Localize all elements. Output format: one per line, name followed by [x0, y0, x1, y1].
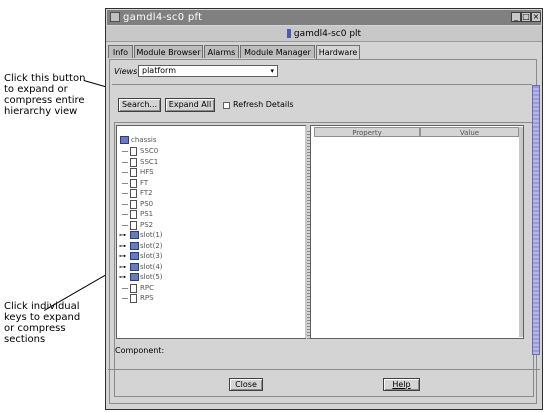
tree-item-label[interactable]: PS0: [140, 199, 153, 209]
tree-item-label[interactable]: PS1: [140, 209, 153, 219]
expand-key-icon[interactable]: ⊶: [119, 251, 126, 261]
tree-connector: [122, 161, 128, 163]
help-button[interactable]: Help: [383, 378, 420, 391]
property-table: Property Value: [310, 125, 524, 339]
document-icon[interactable]: [130, 199, 137, 209]
table-scrollbar[interactable]: [519, 127, 523, 337]
tab-module-manager[interactable]: Module Manager: [240, 45, 315, 58]
tab-alarms[interactable]: Alarms: [204, 45, 239, 58]
expand-key-icon[interactable]: ⊶: [119, 230, 126, 240]
document-icon[interactable]: [130, 178, 137, 188]
views-select-value: platform: [142, 66, 176, 75]
tree-connector: [122, 224, 128, 226]
tree-item-label[interactable]: SSC0: [140, 146, 158, 156]
tree-root-label[interactable]: chassis: [131, 135, 156, 145]
expand-key-icon[interactable]: ⊶: [119, 241, 126, 251]
tree-item-label[interactable]: slot(3): [140, 251, 163, 261]
folder-icon[interactable]: [130, 241, 139, 250]
panel-scrollbar[interactable]: [532, 85, 540, 355]
refresh-details-checkbox[interactable]: [223, 102, 230, 109]
footer-divider: [108, 369, 540, 370]
tree-connector: [122, 203, 128, 205]
tree-item-label[interactable]: slot(4): [140, 262, 163, 272]
search-button[interactable]: Search...: [118, 98, 161, 112]
tab-hardware[interactable]: Hardware: [316, 45, 360, 59]
tree-connector: [122, 182, 128, 184]
tree-item-label[interactable]: FT: [140, 178, 148, 188]
tree-connector: [122, 214, 128, 215]
tree-connector: [122, 172, 128, 173]
views-label: Views: [114, 67, 138, 76]
component-label: Component:: [115, 346, 165, 355]
tree-item-label[interactable]: HFS: [140, 167, 154, 177]
folder-icon[interactable]: [130, 231, 139, 239]
document-icon[interactable]: [130, 189, 137, 198]
tree-item-label[interactable]: PS2: [140, 220, 153, 230]
tree-item-label[interactable]: RPS: [140, 293, 154, 303]
column-header-property[interactable]: Property: [314, 127, 420, 137]
document-icon[interactable]: [130, 147, 137, 156]
chevron-down-icon: ▾: [270, 67, 274, 75]
host-icon: [286, 29, 291, 38]
document-icon[interactable]: [130, 168, 137, 177]
help-button-label: Help: [392, 380, 411, 389]
chassis-folder-icon[interactable]: [120, 136, 129, 144]
tree-connector: [122, 287, 128, 289]
app-window: gamdl4-sc0 pft _ □ × gamdl4-sc0 plt Info…: [105, 8, 543, 410]
document-icon[interactable]: [130, 294, 137, 303]
tree-item-label[interactable]: RPC: [140, 283, 154, 293]
folder-icon[interactable]: [130, 262, 139, 271]
callout-keys: Click individual keys to expand or compr…: [4, 301, 81, 345]
document-icon[interactable]: [130, 283, 137, 293]
document-icon[interactable]: [130, 157, 137, 167]
minimize-icon[interactable]: _: [511, 12, 521, 22]
window-header-label: gamdl4-sc0 plt: [293, 29, 362, 39]
tree-item-label[interactable]: FT2: [140, 188, 153, 198]
expand-all-button[interactable]: Expand All: [165, 98, 215, 112]
tree-item-label[interactable]: slot(5): [140, 272, 163, 282]
window-menu-icon[interactable]: [110, 12, 120, 22]
callout-expand-all: Click this button to expand or compress …: [4, 73, 86, 117]
tree-item-label[interactable]: slot(1): [140, 230, 163, 240]
document-icon[interactable]: [130, 210, 137, 219]
title-bar[interactable]: gamdl4-sc0 pft _ □ ×: [107, 10, 541, 25]
document-icon[interactable]: [130, 220, 137, 230]
expand-key-icon[interactable]: ⊶: [119, 272, 126, 282]
hierarchy-tree[interactable]: chassis SSC0 SSC1 HFS FT FT2 PS0 PS1 PS2 ⊶ slot(1…: [116, 125, 306, 339]
tree-item-label[interactable]: slot(2): [140, 241, 163, 251]
close-icon[interactable]: ×: [531, 12, 541, 22]
expand-key-icon[interactable]: ⊶: [119, 262, 126, 272]
tab-module-browser[interactable]: Module Browser: [134, 45, 203, 58]
tree-item-label[interactable]: SSC1: [140, 157, 158, 167]
column-header-value[interactable]: Value: [420, 127, 519, 137]
tree-connector: [122, 193, 128, 194]
window-header: gamdl4-sc0 plt: [106, 26, 542, 42]
folder-icon[interactable]: [130, 273, 139, 281]
views-select[interactable]: platform ▾: [138, 65, 278, 77]
tree-connector: [122, 298, 128, 299]
folder-icon[interactable]: [130, 252, 139, 260]
window-title: gamdl4-sc0 pft: [123, 12, 203, 23]
refresh-details-label: Refresh Details: [233, 100, 294, 109]
close-button[interactable]: Close: [229, 378, 263, 391]
tab-info[interactable]: Info: [108, 45, 133, 58]
panel-divider: [112, 84, 532, 85]
tree-connector: [122, 151, 128, 152]
maximize-icon[interactable]: □: [521, 12, 531, 22]
